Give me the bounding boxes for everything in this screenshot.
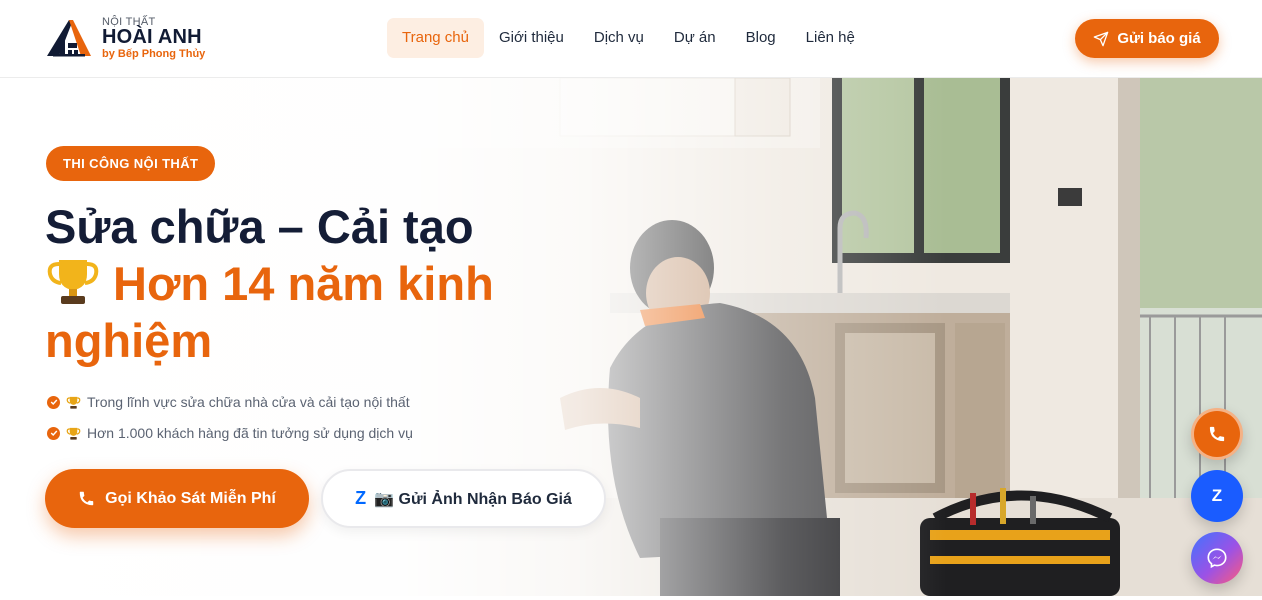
nav-item-projects[interactable]: Dự án xyxy=(659,18,731,58)
nav-item-blog[interactable]: Blog xyxy=(731,18,791,58)
nav-item-home[interactable]: Trang chủ xyxy=(387,18,484,58)
trophy-icon xyxy=(47,260,99,304)
send-photo-quote-label: 📷 Gửi Ảnh Nhận Báo Giá xyxy=(374,490,572,508)
send-icon xyxy=(1093,31,1109,46)
send-quote-label: Gửi báo giá xyxy=(1117,30,1201,47)
house-logo-icon xyxy=(47,20,91,57)
logo-brand-name: HOÀI ANH xyxy=(102,26,202,48)
nav-item-about[interactable]: Giới thiệu xyxy=(484,18,579,58)
headline-line1: Sửa chữa – Cải tạo xyxy=(45,200,474,253)
floating-zalo-button[interactable]: Z xyxy=(1191,470,1243,522)
trophy-icon xyxy=(66,396,81,409)
hero-badge: THI CÔNG NỘI THẤT xyxy=(46,146,216,181)
check-icon xyxy=(47,426,60,440)
trophy-icon xyxy=(66,427,81,440)
nav-item-contact[interactable]: Liên hệ xyxy=(791,18,870,58)
check-icon xyxy=(47,395,60,409)
call-survey-button[interactable]: Gọi Khảo Sát Miễn Phí xyxy=(45,469,309,528)
feature-item: Trong lĩnh vực sửa chữa nhà cửa và cải t… xyxy=(47,392,410,412)
floating-messenger-button[interactable] xyxy=(1191,532,1243,584)
feature-text: Hơn 1.000 khách hàng đã tin tưởng sử dụn… xyxy=(87,425,413,441)
messenger-icon xyxy=(1207,548,1227,569)
call-survey-label: Gọi Khảo Sát Miễn Phí xyxy=(105,489,276,507)
logo[interactable]: NỘI THẤT HOÀI ANH by Bếp Phong Thủy xyxy=(47,12,227,66)
logo-byline: by Bếp Phong Thủy xyxy=(102,48,206,60)
phone-icon xyxy=(79,491,94,506)
main-nav: Trang chủ Giới thiệu Dịch vụ Dự án Blog … xyxy=(387,18,870,58)
nav-item-services[interactable]: Dịch vụ xyxy=(579,18,659,58)
feature-text: Trong lĩnh vực sửa chữa nhà cửa và cải t… xyxy=(87,394,410,410)
site-header: NỘI THẤT HOÀI ANH by Bếp Phong Thủy Tran… xyxy=(0,0,1262,78)
send-quote-button[interactable]: Gửi báo giá xyxy=(1075,19,1219,58)
headline-line2: Hơn 14 năm kinh nghiệm xyxy=(45,257,494,367)
zalo-icon: Z xyxy=(355,488,367,508)
hero-headline: Sửa chữa – Cải tạo Hơn 14 năm kinh nghiệ… xyxy=(45,198,605,369)
phone-icon xyxy=(1209,426,1225,442)
floating-phone-button[interactable] xyxy=(1191,408,1243,460)
send-photo-quote-button[interactable]: Z 📷 Gửi Ảnh Nhận Báo Giá xyxy=(321,469,606,528)
feature-item: Hơn 1.000 khách hàng đã tin tưởng sử dụn… xyxy=(47,423,413,443)
zalo-icon: Z xyxy=(1211,486,1223,505)
hero-section: THI CÔNG NỘI THẤT Sửa chữa – Cải tạo Hơn… xyxy=(0,78,1262,596)
